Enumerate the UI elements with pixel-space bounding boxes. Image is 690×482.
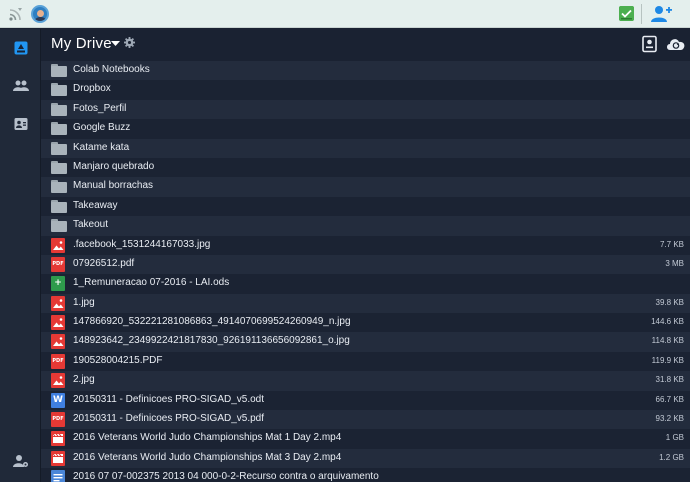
folder-row[interactable]: Manjaro quebrado: [41, 157, 690, 178]
image-file-icon: [51, 334, 66, 350]
folder-row[interactable]: Colab Notebooks: [41, 61, 690, 81]
document-file-icon: W: [51, 392, 66, 408]
folder-row[interactable]: Takeout: [41, 216, 690, 236]
folder-icon: [51, 141, 67, 156]
file-name: Google Buzz: [73, 122, 131, 134]
drive-header: My Drive: [41, 29, 690, 61]
folder-icon: [51, 160, 67, 175]
folder-row[interactable]: Fotos_Perfil: [41, 99, 690, 120]
file-row[interactable]: .facebook_1531244167033.jpg 7.7 KB: [41, 235, 690, 255]
file-name: 07926512.pdf: [73, 257, 135, 269]
gear-icon[interactable]: [124, 37, 135, 48]
file-name: Colab Notebooks: [73, 64, 150, 75]
file-size: 93.2 KB: [655, 414, 684, 424]
folder-row[interactable]: Google Buzz: [41, 119, 690, 139]
drive-info-icon[interactable]: [641, 35, 659, 53]
file-row[interactable]: 2016 Veterans World Judo Championships M…: [41, 448, 690, 469]
file-size: 31.8 KB: [655, 375, 684, 385]
file-name: 190528004215.PDF: [73, 354, 163, 366]
sidebar-item-shared[interactable]: [10, 75, 32, 97]
drive-icon: [14, 41, 28, 55]
wireless-icon[interactable]: [8, 6, 24, 22]
file-row[interactable]: PDF 190528004215.PDF 119.9 KB: [41, 351, 690, 372]
file-name: 1_Remuneracao 07-2016 - LAI.ods: [73, 277, 230, 289]
file-name: 20150311 - Definicoes PRO-SIGAD_v5.pdf: [73, 413, 265, 425]
folder-icon: [51, 82, 67, 97]
chevron-down-icon[interactable]: [111, 41, 120, 47]
folder-row[interactable]: Katame kata: [41, 138, 690, 158]
sidebar-item-account-settings[interactable]: [10, 450, 32, 472]
file-size: 144.6 KB: [651, 317, 684, 327]
text-file-icon: [51, 470, 66, 482]
spreadsheet-file-icon: +: [51, 276, 66, 292]
cloud-sync-icon[interactable]: [665, 35, 687, 53]
top-bar: [0, 0, 690, 28]
folder-icon: [51, 179, 67, 194]
file-size: 114.8 KB: [651, 336, 684, 346]
file-name: Manual borrachas: [73, 180, 154, 192]
people-icon: [13, 80, 29, 91]
file-name: 2016 Veterans World Judo Championships M…: [73, 432, 342, 444]
image-file-icon: [51, 295, 66, 311]
file-row[interactable]: +1_Remuneracao 07-2016 - LAI.ods: [41, 274, 690, 294]
sidebar-item-drive[interactable]: [10, 37, 32, 59]
file-row[interactable]: 2016 Veterans World Judo Championships M…: [41, 429, 690, 449]
file-size: 3 MB: [665, 258, 684, 268]
file-name: .facebook_1531244167033.jpg: [73, 238, 211, 250]
file-name: 148923642_2349922421817830_9261911366560…: [73, 335, 350, 347]
file-row[interactable]: PDF 07926512.pdf 3 MB: [41, 254, 690, 275]
file-row[interactable]: 2.jpg 31.8 KB: [41, 371, 690, 391]
image-file-icon: [51, 315, 66, 331]
file-name: 147866920_532221281086863_49140706995242…: [73, 316, 351, 328]
file-row[interactable]: PDF 20150311 - Definicoes PRO-SIGAD_v5.pd…: [41, 410, 690, 430]
file-size: 66.7 KB: [655, 394, 684, 404]
folder-row[interactable]: Manual borrachas: [41, 177, 690, 197]
file-row[interactable]: 2016 07 07-002375 2013 04 000-0-2-Recurs…: [41, 468, 690, 482]
folder-icon: [51, 199, 67, 214]
file-row[interactable]: 148923642_2349922421817830_9261911366560…: [41, 332, 690, 352]
toolbar-divider: [641, 4, 642, 24]
file-row[interactable]: W 20150311 - Definicoes PRO-SIGAD_v5.odt 6…: [41, 390, 690, 411]
page-title[interactable]: My Drive: [51, 35, 112, 52]
video-file-icon: [51, 431, 66, 447]
folder-row[interactable]: Takeaway: [41, 196, 690, 217]
file-name: Manjaro quebrado: [73, 160, 155, 172]
user-settings-icon: [13, 455, 28, 467]
avatar[interactable]: [31, 5, 49, 23]
file-name: Fotos_Perfil: [73, 102, 127, 114]
file-list: Colab Notebooks Dropbox Fotos_Perfil Google…: [41, 61, 690, 482]
file-size: 119.9 KB: [651, 355, 684, 365]
image-file-icon: [51, 237, 66, 253]
folder-row[interactable]: Dropbox: [41, 80, 690, 100]
file-name: Takeout: [73, 219, 109, 231]
file-name: 1.jpg: [73, 296, 95, 308]
pdf-file-icon: PDF: [51, 353, 66, 369]
image-file-icon: [51, 373, 66, 389]
file-name: Katame kata: [73, 141, 130, 153]
file-name: 2016 Veterans World Judo Championships M…: [73, 451, 342, 463]
file-row[interactable]: 147866920_532221281086863_49140706995242…: [41, 313, 690, 333]
file-size: 1.2 GB: [659, 452, 684, 462]
file-name: 2.jpg: [73, 374, 95, 386]
folder-icon: [51, 218, 67, 233]
sidebar: [0, 29, 41, 482]
video-file-icon: [51, 450, 66, 466]
file-name: Dropbox: [73, 83, 111, 95]
folder-icon: [51, 63, 67, 78]
task-check-icon[interactable]: [619, 6, 634, 21]
file-size: 7.7 KB: [659, 239, 684, 249]
file-name: Takeaway: [73, 199, 118, 211]
file-name: 20150311 - Definicoes PRO-SIGAD_v5.odt: [73, 393, 265, 405]
file-name: 2016 07 07-002375 2013 04 000-0-2-Recurs…: [73, 471, 379, 482]
folder-icon: [51, 102, 67, 117]
pdf-file-icon: PDF: [51, 256, 66, 272]
file-size: 1 GB: [665, 433, 684, 443]
sidebar-item-contacts[interactable]: [10, 113, 32, 135]
add-user-icon[interactable]: [650, 5, 672, 23]
folder-icon: [51, 121, 67, 136]
file-size: 39.8 KB: [655, 297, 684, 307]
file-row[interactable]: 1.jpg 39.8 KB: [41, 293, 690, 314]
pdf-file-icon: PDF: [51, 412, 66, 428]
contacts-icon: [14, 118, 28, 130]
